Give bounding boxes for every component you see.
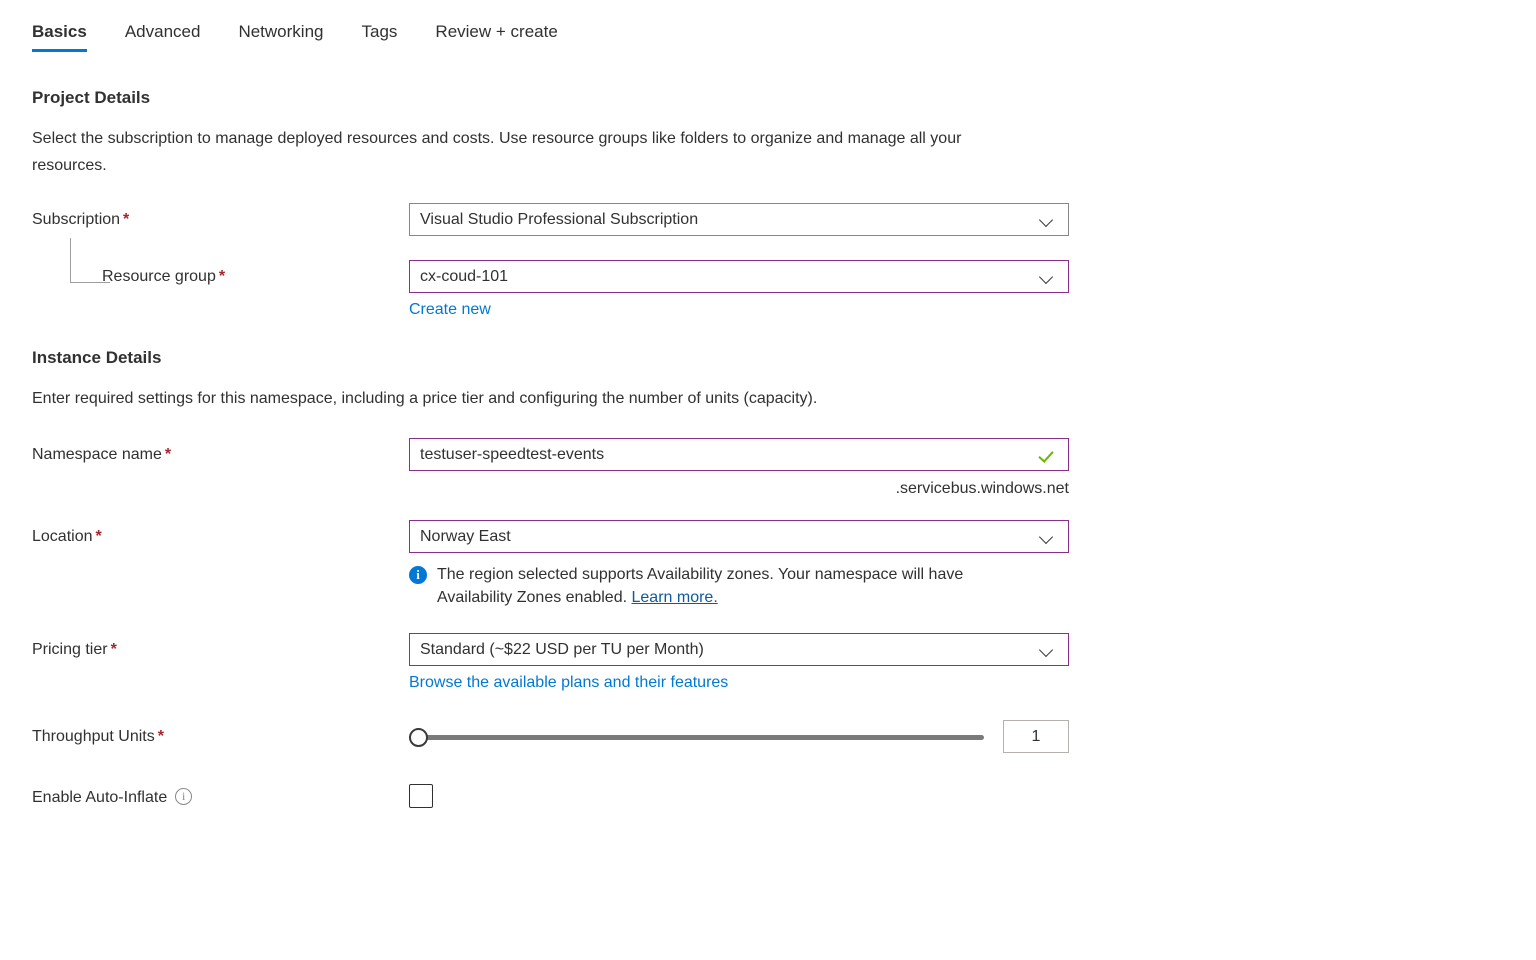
throughput-units-label-text: Throughput Units <box>32 728 155 745</box>
tab-tags-label: Tags <box>361 22 398 41</box>
location-label: Location * <box>32 520 409 548</box>
auto-inflate-label-text: Enable Auto-Inflate <box>32 789 168 806</box>
location-row: Location* Norway East The region selecte… <box>32 520 1536 609</box>
browse-plans-link[interactable]: Browse the available plans and their fea… <box>409 674 728 692</box>
slider-track <box>409 734 984 740</box>
auto-inflate-field-col <box>409 781 1069 808</box>
tree-connector-line <box>70 238 110 283</box>
subscription-value: Visual Studio Professional Subscription <box>420 210 699 228</box>
checkmark-valid-icon <box>1040 446 1058 464</box>
instance-details-description: Enter required settings for this namespa… <box>32 390 818 407</box>
namespace-domain-suffix: .servicebus.windows.net <box>895 480 1069 497</box>
instance-details-heading: Instance Details <box>32 348 162 367</box>
info-circle-icon <box>409 565 427 584</box>
subscription-required-asterisk: * <box>123 211 130 228</box>
auto-inflate-row: Enable Auto-Inflate <box>32 781 1536 809</box>
resource-group-label: Resource group * <box>32 238 409 288</box>
tab-networking[interactable]: Networking <box>238 22 339 52</box>
resource-group-value: cx-coud-101 <box>420 267 509 285</box>
pricing-tier-field-col: Standard (~$22 USD per TU per Month) Bro… <box>409 633 1069 692</box>
resource-group-required-asterisk: * <box>218 268 226 285</box>
subscription-label: Subscription * <box>32 203 409 231</box>
tab-tags[interactable]: Tags <box>362 22 414 52</box>
namespace-name-value: testuser-speedtest-events <box>420 445 605 463</box>
resource-group-row: Resource group * cx-coud-101 Create new <box>32 238 1536 319</box>
chevron-down-icon <box>1040 530 1054 544</box>
subscription-label-text: Subscription <box>32 211 121 228</box>
location-required-asterisk: * <box>95 528 102 545</box>
namespace-name-field-col: testuser-speedtest-events .servicebus.wi… <box>409 438 1069 498</box>
throughput-units-row: Throughput Units * 1 <box>32 720 1536 753</box>
slider-thumb[interactable] <box>409 727 428 747</box>
project-details-description: Select the subscription to manage deploy… <box>32 130 962 174</box>
info-tooltip-icon[interactable] <box>175 788 193 805</box>
throughput-units-label: Throughput Units * <box>32 720 409 748</box>
tab-advanced-label: Advanced <box>124 22 201 41</box>
tab-basics[interactable]: Basics <box>32 22 103 52</box>
tab-networking-label: Networking <box>238 22 324 41</box>
learn-more-link[interactable]: Learn more. <box>632 589 718 606</box>
namespace-name-label-text: Namespace name <box>32 446 162 463</box>
location-field-col: Norway East The region selected supports… <box>409 520 1069 609</box>
auto-inflate-label: Enable Auto-Inflate <box>32 781 409 809</box>
throughput-units-control: 1 <box>409 720 1069 753</box>
pricing-tier-label: Pricing tier * <box>32 633 409 661</box>
throughput-units-input[interactable]: 1 <box>1003 720 1069 753</box>
tab-basics-label: Basics <box>32 22 87 41</box>
resource-group-label-text: Resource group <box>102 268 216 285</box>
location-label-text: Location <box>32 528 93 545</box>
tab-advanced[interactable]: Advanced <box>125 22 217 52</box>
resource-group-field-col: cx-coud-101 Create new <box>409 260 1069 319</box>
availability-zones-text-wrap: The region selected supports Availabilit… <box>437 563 1037 609</box>
form-content: Project Details Select the subscription … <box>0 62 1536 809</box>
throughput-units-field-col: 1 <box>409 720 1069 753</box>
location-dropdown[interactable]: Norway East <box>409 520 1069 553</box>
namespace-name-input[interactable]: testuser-speedtest-events <box>409 438 1069 471</box>
pricing-tier-dropdown[interactable]: Standard (~$22 USD per TU per Month) <box>409 633 1069 666</box>
create-new-resource-group-link[interactable]: Create new <box>409 301 491 319</box>
availability-zones-callout: The region selected supports Availabilit… <box>409 563 1069 609</box>
throughput-units-required-asterisk: * <box>157 728 164 745</box>
namespace-name-row: Namespace name * testuser-speedtest-event… <box>32 438 1536 498</box>
project-details-heading: Project Details <box>32 88 151 107</box>
chevron-down-icon <box>1040 643 1054 657</box>
tab-strip: Basics Advanced Networking Tags Review +… <box>0 0 1536 62</box>
subscription-dropdown[interactable]: Visual Studio Professional Subscription <box>409 203 1069 236</box>
namespace-name-required-asterisk: * <box>164 446 172 463</box>
tab-review-create[interactable]: Review + create <box>435 22 573 52</box>
auto-inflate-checkbox[interactable] <box>409 784 433 808</box>
namespace-name-label: Namespace name * <box>32 438 409 466</box>
throughput-units-value: 1 <box>1031 727 1041 745</box>
pricing-tier-value: Standard (~$22 USD per TU per Month) <box>420 640 704 658</box>
subscription-row: Subscription * Visual Studio Professional… <box>32 203 1536 236</box>
pricing-tier-required-asterisk: * <box>110 641 117 658</box>
chevron-down-icon <box>1040 270 1054 284</box>
subscription-field-col: Visual Studio Professional Subscription <box>409 203 1069 236</box>
throughput-units-slider[interactable] <box>409 725 987 749</box>
location-value: Norway East <box>420 527 511 545</box>
chevron-down-icon <box>1040 213 1054 227</box>
pricing-tier-label-text: Pricing tier <box>32 641 108 658</box>
tab-review-create-label: Review + create <box>435 22 558 41</box>
resource-group-dropdown[interactable]: cx-coud-101 <box>409 260 1069 293</box>
pricing-tier-row: Pricing tier * Standard (~$22 USD per TU … <box>32 633 1536 692</box>
